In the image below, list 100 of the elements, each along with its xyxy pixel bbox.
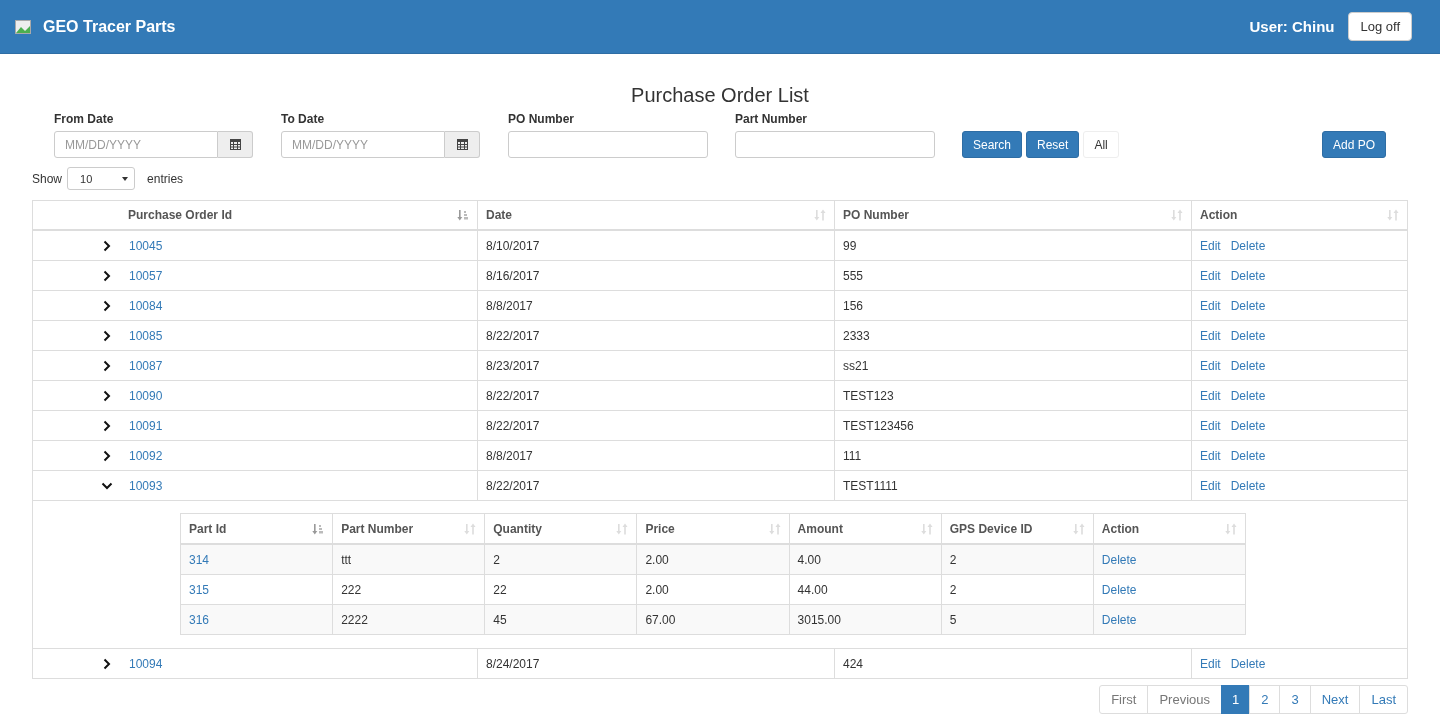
chevron-right-icon[interactable] [101, 239, 113, 252]
sort-icon[interactable] [457, 209, 469, 221]
edit-link[interactable]: Edit [1200, 238, 1221, 253]
date-cell: 8/8/2017 [477, 290, 835, 321]
page-link[interactable]: 2 [1249, 685, 1281, 714]
table-cell: 222 [332, 574, 485, 605]
edit-link[interactable]: Edit [1200, 656, 1221, 671]
order-id-link[interactable]: 10090 [129, 388, 163, 403]
delete-link[interactable]: Delete [1230, 268, 1266, 283]
chevron-right-icon[interactable] [101, 419, 113, 432]
chevron-right-icon[interactable] [101, 269, 113, 282]
table-cell: 4.00 [789, 544, 942, 575]
delete-link[interactable]: Delete [1101, 582, 1137, 597]
edit-link[interactable]: Edit [1200, 358, 1221, 373]
date-cell: 8/22/2017 [477, 320, 835, 351]
order-id-link[interactable]: 10091 [129, 418, 163, 433]
order-id-link[interactable]: 10084 [129, 298, 163, 313]
delete-link[interactable]: Delete [1101, 612, 1137, 627]
chevron-right-icon[interactable] [101, 449, 113, 462]
add-po-button[interactable]: Add PO [1321, 131, 1386, 158]
part-id-link[interactable]: 315 [189, 582, 210, 597]
entries-select[interactable]: 10 [67, 167, 136, 190]
delete-link[interactable]: Delete [1230, 388, 1266, 403]
text-field[interactable] [508, 131, 708, 158]
order-id-link[interactable]: 10093 [129, 478, 163, 493]
table-cell: 45 [484, 604, 637, 635]
filter-button[interactable]: Reset [1026, 131, 1080, 158]
table-cell: 2 [484, 544, 637, 575]
table-cell: 2 [941, 544, 1094, 575]
table-cell: 2.00 [636, 574, 790, 605]
column-header[interactable]: Action [1191, 200, 1408, 230]
edit-link[interactable]: Edit [1200, 268, 1221, 283]
edit-link[interactable]: Edit [1200, 298, 1221, 313]
chevron-right-icon[interactable] [101, 299, 113, 312]
field-label: Part Number [735, 112, 809, 126]
part-id-link[interactable]: 314 [189, 552, 210, 567]
edit-link[interactable]: Edit [1200, 328, 1221, 343]
column-header[interactable]: Date [477, 200, 835, 230]
chevron-right-icon[interactable] [101, 359, 113, 372]
broken-image-icon [15, 19, 31, 34]
page-link[interactable]: 1 [1221, 685, 1251, 714]
delete-link[interactable]: Delete [1230, 298, 1266, 313]
filter-button[interactable]: All [1083, 131, 1119, 158]
calendar-icon[interactable] [456, 139, 468, 150]
po-number-cell: 99 [834, 230, 1192, 261]
filter-button[interactable]: Search [962, 131, 1023, 158]
table-cell: 2222 [332, 604, 485, 635]
dropdown-caret-icon [122, 176, 129, 181]
po-number-cell: 156 [834, 290, 1192, 321]
po-number-cell: TEST123 [834, 380, 1192, 411]
column-header[interactable]: Purchase Order Id [32, 200, 478, 230]
table-cell: 2.00 [636, 544, 790, 575]
order-id-link[interactable]: 10085 [129, 328, 163, 343]
table-cell: 22 [484, 574, 637, 605]
chevron-right-icon[interactable] [101, 657, 113, 670]
delete-link[interactable]: Delete [1230, 448, 1266, 463]
edit-link[interactable]: Edit [1200, 388, 1221, 403]
delete-link[interactable]: Delete [1230, 478, 1266, 493]
show-label: Show [32, 171, 63, 186]
part-id-link[interactable]: 316 [189, 612, 210, 627]
calendar-icon[interactable] [229, 139, 241, 150]
app-title: GEO Tracer Parts [43, 17, 176, 36]
entries-label: entries [147, 171, 184, 186]
date-cell: 8/10/2017 [477, 230, 835, 261]
page-link[interactable]: Next [1309, 685, 1361, 714]
table-cell: 3015.00 [789, 604, 942, 635]
order-id-link[interactable]: 10092 [129, 448, 163, 463]
page-title: Purchase Order List [630, 84, 810, 106]
delete-link[interactable]: Delete [1230, 418, 1266, 433]
order-id-link[interactable]: 10094 [129, 656, 163, 671]
field-label: PO Number [508, 112, 575, 126]
logoff-button[interactable]: Log off [1348, 12, 1412, 41]
order-id-link[interactable]: 10045 [129, 238, 163, 253]
delete-link[interactable]: Delete [1230, 328, 1266, 343]
field-label: To Date [281, 112, 326, 126]
edit-link[interactable]: Edit [1200, 478, 1221, 493]
po-number-cell: 2333 [834, 320, 1192, 351]
table-cell: ttt [332, 544, 485, 575]
text-field[interactable] [735, 131, 935, 158]
user-label: User: Chinu [1249, 18, 1335, 35]
delete-link[interactable]: Delete [1230, 358, 1266, 373]
chevron-right-icon[interactable] [101, 389, 113, 402]
delete-link[interactable]: Delete [1230, 656, 1266, 671]
sort-icon[interactable] [312, 522, 325, 535]
chevron-right-icon[interactable] [101, 329, 113, 342]
po-number-cell: TEST123456 [834, 410, 1192, 441]
page-link[interactable]: 3 [1279, 685, 1311, 714]
column-header[interactable]: PO Number [834, 200, 1192, 230]
delete-link[interactable]: Delete [1101, 552, 1137, 567]
po-number-cell: 424 [834, 648, 1192, 679]
order-id-link[interactable]: 10057 [129, 268, 163, 283]
date-cell: 8/22/2017 [477, 470, 835, 501]
po-number-cell: 111 [834, 440, 1192, 471]
page-link[interactable]: Last [1359, 685, 1408, 714]
po-number-cell: 555 [834, 260, 1192, 291]
order-id-link[interactable]: 10087 [129, 358, 163, 373]
delete-link[interactable]: Delete [1230, 238, 1266, 253]
date-cell: 8/22/2017 [477, 410, 835, 441]
edit-link[interactable]: Edit [1200, 448, 1221, 463]
edit-link[interactable]: Edit [1200, 418, 1221, 433]
